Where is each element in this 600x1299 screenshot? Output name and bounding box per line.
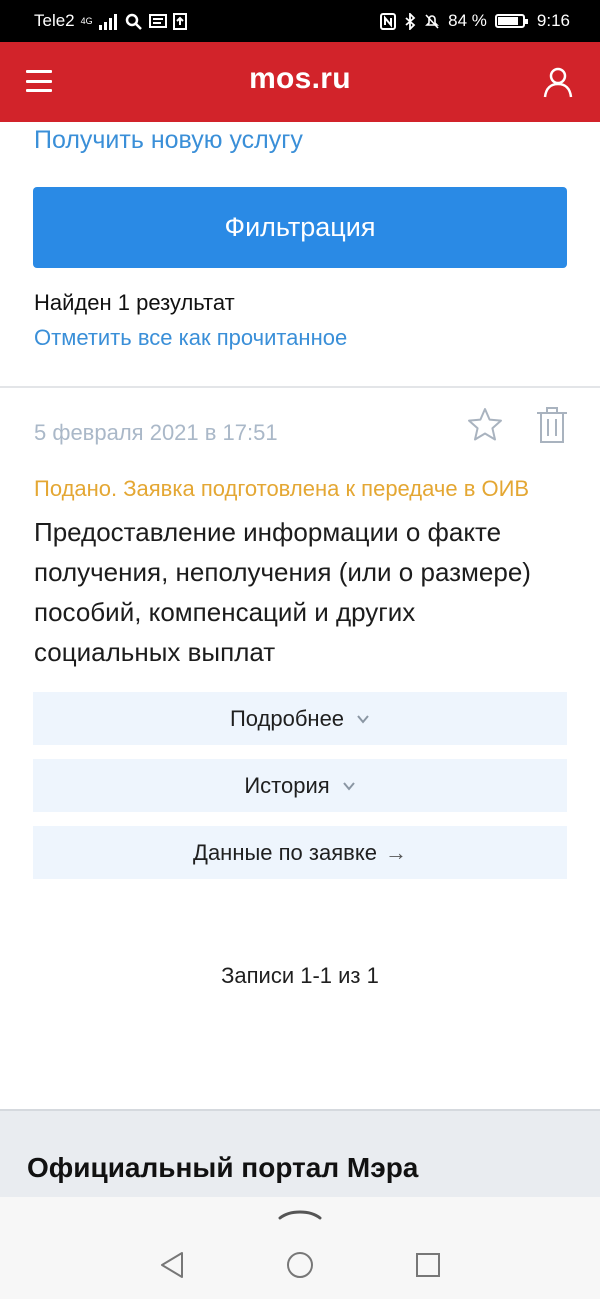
- user-icon[interactable]: [542, 66, 574, 98]
- home-icon[interactable]: [286, 1251, 314, 1279]
- mute-icon: [425, 13, 440, 29]
- new-service-link[interactable]: Получить новую услугу: [34, 126, 303, 155]
- network-label: 4G: [80, 15, 93, 26]
- mark-all-read-link[interactable]: Отметить все как прочитанное: [34, 325, 347, 351]
- history-toggle[interactable]: История: [33, 759, 567, 812]
- application-date: 5 февраля 2021 в 17:51: [34, 420, 278, 445]
- details-label: Подробнее: [229, 705, 345, 731]
- results-count: Найден 1 результат: [34, 290, 235, 315]
- application-title: Предоставление информации о факте получе…: [34, 517, 531, 667]
- application-data-label: Данные по заявке: [193, 839, 377, 865]
- chevron-down-icon: [342, 781, 355, 791]
- signal-icon: [98, 13, 117, 30]
- history-label: История: [244, 772, 330, 798]
- battery-percent: 84 %: [448, 11, 487, 30]
- details-toggle[interactable]: Подробнее: [33, 692, 567, 745]
- chevron-up-icon[interactable]: [276, 1205, 324, 1221]
- chevron-down-icon: [357, 714, 369, 724]
- search-icon: [125, 13, 142, 30]
- arrow-right-icon: →: [384, 839, 407, 865]
- upload-icon: [172, 12, 187, 30]
- pagination-summary: Записи 1-1 из 1: [221, 963, 379, 988]
- nfc-icon: [380, 12, 397, 30]
- app-header: mos.ru: [0, 42, 600, 122]
- message-icon: [148, 13, 167, 28]
- carrier-label: Tele2: [34, 11, 75, 30]
- footer-title: Официальный портал Мэра: [27, 1152, 419, 1183]
- filter-button[interactable]: Фильтрация: [33, 187, 567, 268]
- star-icon[interactable]: [466, 406, 504, 444]
- trash-icon[interactable]: [533, 405, 571, 445]
- clock: 9:16: [536, 11, 570, 30]
- divider: [0, 386, 600, 388]
- site-logo[interactable]: mos.ru: [0, 62, 600, 96]
- recent-apps-icon[interactable]: [415, 1252, 441, 1278]
- battery-icon: [494, 14, 528, 28]
- bluetooth-icon: [405, 12, 416, 30]
- application-data-link[interactable]: Данные по заявке →: [33, 826, 567, 879]
- status-bar: Tele2 4G 84 % 9:16: [0, 0, 600, 42]
- back-icon[interactable]: [158, 1250, 186, 1280]
- status-text: Подано. Заявка подготовлена к передаче в…: [34, 476, 530, 501]
